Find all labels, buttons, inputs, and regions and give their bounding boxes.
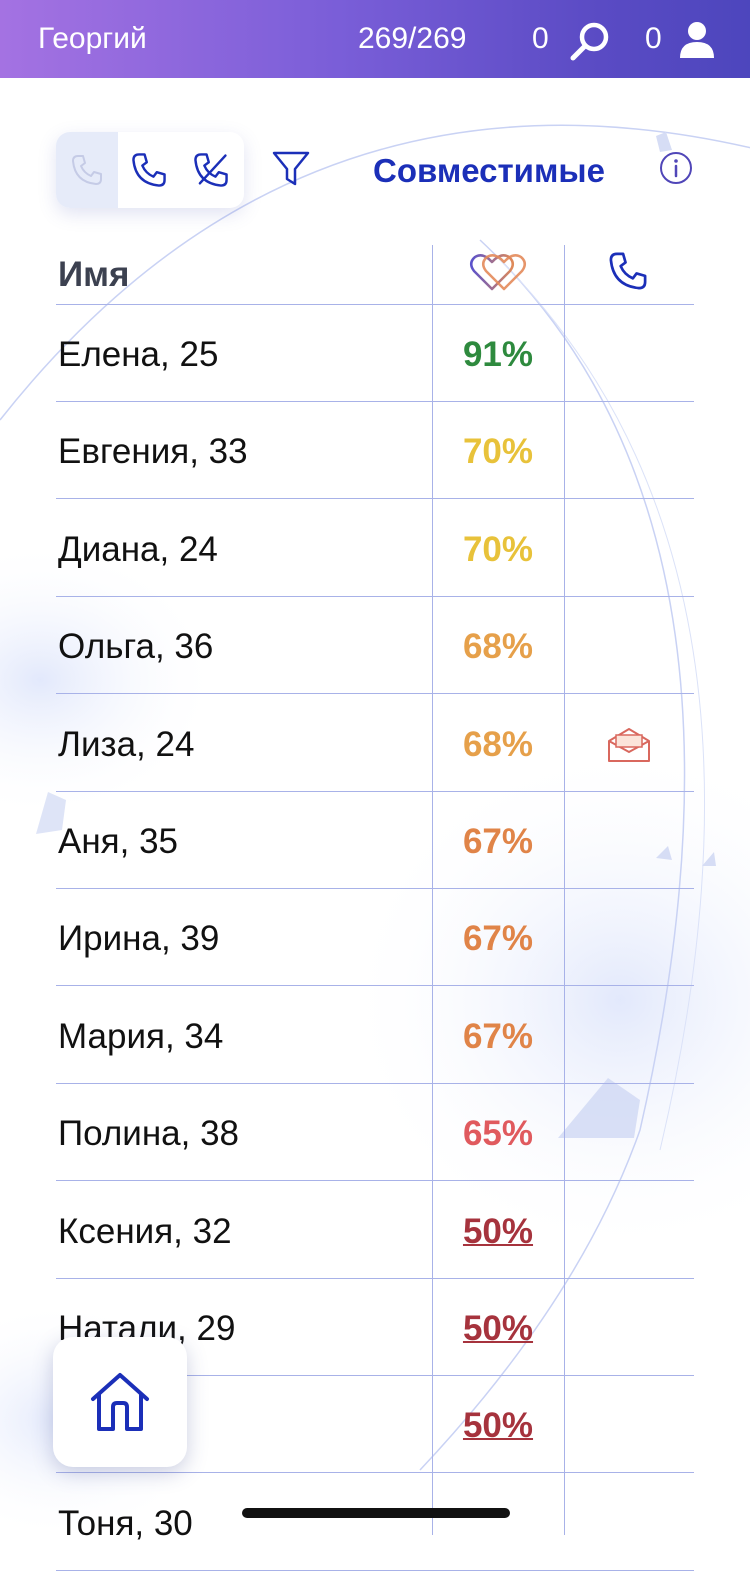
row-name: Мария, 34 (58, 1016, 224, 1056)
row-name: Ирина, 39 (58, 919, 220, 959)
table-row[interactable]: Ирина, 39 67% (56, 889, 694, 987)
compatibility-percent: 67% (462, 919, 534, 959)
profile-icon[interactable] (678, 20, 716, 60)
row-name: Аня, 35 (58, 822, 179, 861)
user-name[interactable]: Георгий (38, 22, 147, 56)
table-row[interactable]: Ольга, 36 68% (56, 597, 694, 695)
table-row[interactable]: Полина, 38 65% (56, 1084, 694, 1182)
table-row[interactable]: Ксения, 32 50% (56, 1182, 694, 1279)
home-indicator (242, 1508, 510, 1518)
row-name: Елена, 25 (58, 335, 219, 374)
phone-icon (132, 153, 166, 187)
phone-icon[interactable] (606, 249, 650, 293)
filter-with-call[interactable] (118, 132, 180, 208)
row-name: Полина, 38 (58, 1114, 239, 1154)
table-row[interactable]: Евгения, 33 70% (56, 402, 694, 500)
phone-off-icon (194, 153, 228, 187)
compatibility-percent: 67% (462, 1016, 534, 1056)
search-count: 0 (532, 22, 549, 55)
home-button[interactable] (53, 1337, 187, 1467)
compatibility-percent: 68% (462, 724, 534, 764)
table-row[interactable]: Мария, 34 67% (56, 987, 694, 1084)
message-icon[interactable] (606, 727, 652, 763)
compatibility-percent: 70% (462, 432, 534, 472)
table-header: Имя (56, 245, 694, 305)
match-counter: 269/269 (358, 22, 467, 55)
hearts-icon[interactable] (468, 251, 528, 293)
top-bar: Георгий 269/269 0 0 (0, 0, 750, 78)
column-header-name[interactable]: Имя (58, 255, 129, 295)
compatibility-percent: 67% (462, 822, 534, 861)
compatibility-percent: 91% (462, 335, 534, 374)
table-row[interactable]: Диана, 24 70% (56, 500, 694, 597)
compatibility-percent[interactable]: 50% (432, 1406, 564, 1446)
table-row[interactable]: Лиза, 24 68% (56, 695, 694, 792)
compatibility-percent: 68% (462, 627, 534, 667)
search-icon[interactable] (568, 20, 612, 62)
call-filter-group (56, 132, 244, 208)
compatibility-percent[interactable]: 50% (432, 1212, 564, 1252)
filter-without-call[interactable] (180, 132, 242, 208)
filter-icon[interactable] (270, 148, 312, 190)
table-row[interactable]: Елена, 25 91% (56, 305, 694, 402)
filter-all-calls[interactable] (56, 132, 118, 208)
phone-icon (72, 155, 102, 185)
row-name: Диана, 24 (58, 529, 218, 569)
row-name: Лиза, 24 (58, 724, 195, 764)
section-title[interactable]: Совместимые (373, 152, 605, 190)
home-icon (91, 1373, 149, 1431)
row-name: Ольга, 36 (58, 627, 214, 667)
row-name: Ксения, 32 (58, 1211, 232, 1251)
table-row[interactable]: Тоня, 30 (56, 1474, 694, 1571)
row-name: Тоня, 30 (58, 1503, 193, 1543)
info-icon[interactable] (658, 150, 694, 186)
table-row[interactable]: Аня, 35 67% (56, 792, 694, 889)
compatibility-percent[interactable]: 50% (432, 1309, 564, 1349)
compatibility-percent: 65% (462, 1114, 534, 1154)
profile-count: 0 (645, 22, 662, 55)
compatibility-percent: 70% (462, 529, 534, 569)
row-name: Евгения, 33 (58, 432, 248, 472)
